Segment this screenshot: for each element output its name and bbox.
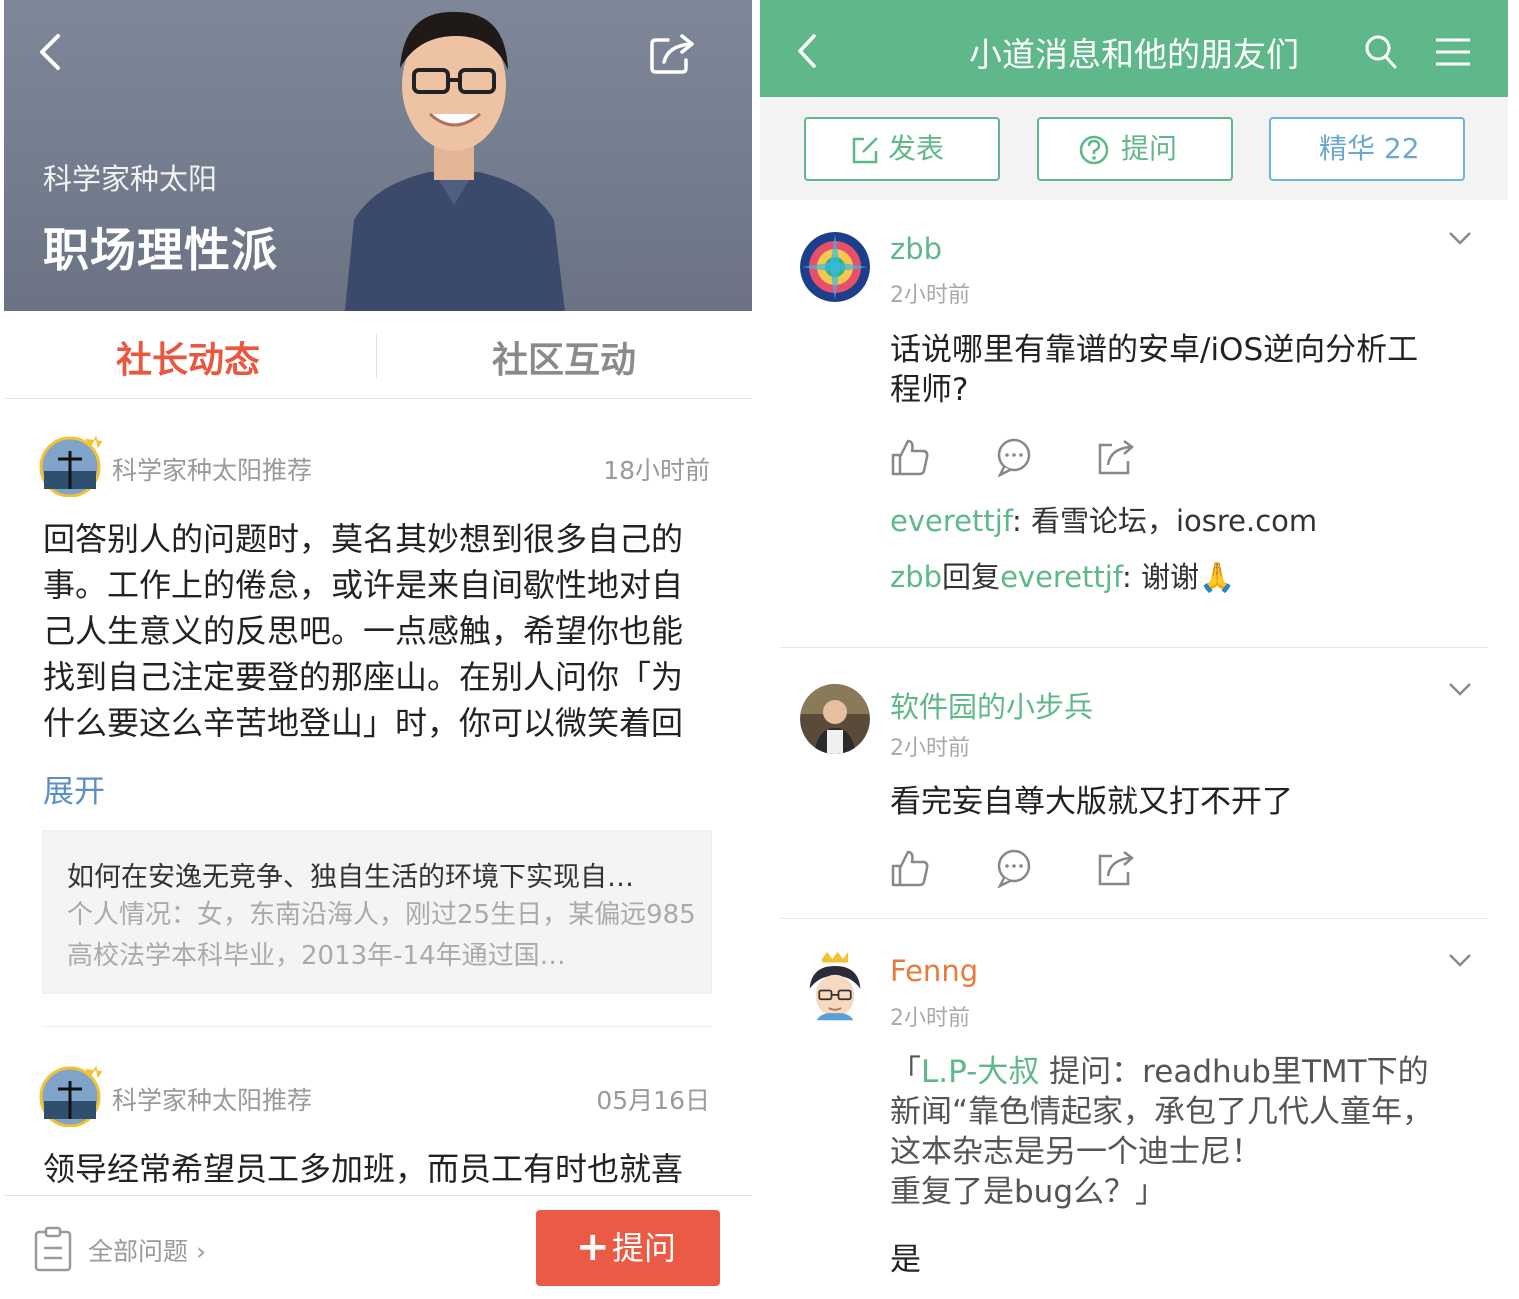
post-time: 18小时前 (603, 456, 710, 485)
post-button[interactable]: 发表 (804, 117, 1000, 181)
quoted-question-title: 如何在安逸无竞争、独自生活的环境下实现自… (67, 862, 634, 893)
feed-item[interactable]: Fenng 2小时前 「L.P-大叔 提问：readhub里TMT下的 新闻“靠… (780, 922, 1488, 1299)
user-avatar[interactable] (800, 684, 870, 754)
quote-first-line: 「L.P-大叔 提问：readhub里TMT下的 (890, 1052, 1480, 1092)
post-line: 事。工作上的倦怠，或许是来自间歇性地对自 (43, 566, 684, 604)
reply-to-user[interactable]: everettjf (1000, 560, 1122, 594)
like-icon[interactable] (890, 848, 930, 888)
feed-divider (780, 918, 1488, 919)
feed-divider (780, 647, 1488, 648)
reply-word: 回复 (942, 560, 1001, 594)
comment-user[interactable]: everettjf (890, 504, 1012, 538)
ask-question-button[interactable]: + 提问 (536, 1210, 720, 1286)
share-icon[interactable] (1096, 437, 1136, 477)
tab-bar: 社长动态 社区互动 (4, 311, 752, 399)
ask-button-label: 提问 (1121, 132, 1178, 165)
ask-button-label: 提问 (612, 1229, 677, 1267)
reaction-bar (890, 437, 1150, 477)
post-line: 看完妄自尊大版就又打不开了 (890, 784, 1293, 820)
share-icon[interactable] (650, 32, 696, 74)
featured-button[interactable]: 精华 22 (1269, 117, 1465, 181)
quoted-question-card[interactable]: 如何在安逸无竞争、独自生活的环境下实现自… 个人情况：女，东南沿海人，刚过25生… (42, 830, 712, 994)
chevron-down-icon[interactable] (1448, 952, 1472, 968)
quote-line: 重复了是bug么？」 (890, 1174, 1167, 1210)
post-divider (42, 1026, 712, 1027)
post-line: 回答别人的问题时，莫名其妙想到很多自己的 (43, 520, 684, 558)
profile-photo (344, 11, 565, 311)
user-avatar[interactable] (800, 232, 870, 302)
post-time: 2小时前 (890, 1006, 970, 1031)
quote-open: 「 (890, 1054, 921, 1090)
feed-item[interactable]: zbb 2小时前 话说哪里有靠谱的安卓/iOS逆向分析工 程师? everett… (780, 200, 1488, 648)
post-line: 领导经常希望员工多加班，而员工有时也就喜 (43, 1150, 684, 1188)
comment-icon[interactable] (994, 848, 1034, 888)
post-line: 话说哪里有靠谱的安卓/iOS逆向分析工 (890, 332, 1419, 368)
post-text: 话说哪里有靠谱的安卓/iOS逆向分析工 程师? (890, 330, 1450, 410)
quoted-question-excerpt: 个人情况：女，东南沿海人，刚过25生日，某偏远985高校法学本科毕业，2013年… (67, 900, 696, 971)
menu-icon[interactable] (1434, 36, 1472, 68)
hero-banner: 科学家种太阳 职场理性派 (4, 0, 752, 311)
comment-icon[interactable] (994, 437, 1034, 477)
post-time: 05月16日 (596, 1086, 710, 1115)
nav-bar: 小道消息和他的朋友们 (760, 0, 1508, 97)
post-time: 2小时前 (890, 736, 970, 761)
post-line: 什么要这么辛苦地登山」时，你可以微笑着回 (43, 704, 684, 742)
featured-button-label: 精华 22 (1319, 132, 1420, 165)
answer-text: 是 (890, 1242, 921, 1278)
right-panel: 小道消息和他的朋友们 发表 提问 精华 22 zbb 2小时前 话说哪里有靠谱的… (760, 0, 1508, 1299)
quote-line: 这本杂志是另一个迪士尼！ (890, 1134, 1262, 1170)
post-button-label: 发表 (888, 132, 945, 165)
post-line: 己人生意义的反思吧。一点感触，希望你也能 (43, 612, 684, 650)
post-body[interactable]: 回答别人的问题时，莫名其妙想到很多自己的 事。工作上的倦怠，或许是来自间歇性地对… (43, 516, 713, 746)
comment-text: : 看雪论坛，iosre.com (1011, 504, 1318, 538)
feed-item[interactable]: 软件园的小步兵 2小时前 看完妄自尊大版就又打不开了 (780, 650, 1488, 918)
edit-icon (852, 137, 878, 164)
post-time: 2小时前 (890, 283, 970, 308)
back-icon[interactable] (34, 32, 66, 72)
comment-reply[interactable]: zbb回复everettjf: 谢谢🙏 (890, 554, 1235, 596)
tab-divider (376, 333, 377, 379)
ask-button[interactable]: 提问 (1037, 117, 1233, 181)
expand-link[interactable]: 展开 (43, 766, 105, 811)
quote-rest: 提问：readhub里TMT下的 (1039, 1054, 1429, 1090)
tab-leader-updates[interactable]: 社长动态 (116, 331, 260, 383)
post-text: 看完妄自尊大版就又打不开了 (890, 782, 1450, 822)
question-icon (1079, 135, 1109, 165)
post-author[interactable]: 科学家种太阳推荐 (112, 1081, 312, 1117)
quoted-user[interactable]: L.P-大叔 (921, 1054, 1039, 1090)
author-avatar (39, 1065, 102, 1127)
chevron-down-icon[interactable] (1448, 230, 1472, 246)
comment-user[interactable]: zbb (890, 560, 942, 594)
hero-title: 职场理性派 (43, 223, 278, 277)
user-name[interactable]: zbb (890, 232, 942, 266)
plus-icon: + (576, 1224, 610, 1270)
post-line: 程师? (890, 372, 969, 408)
comment-text: : 谢谢🙏 (1122, 560, 1236, 594)
reaction-bar (890, 848, 1150, 888)
post-body[interactable]: 领导经常希望员工多加班，而员工有时也就喜 (43, 1146, 713, 1192)
search-icon[interactable] (1364, 34, 1398, 70)
tab-community[interactable]: 社区互动 (492, 331, 636, 383)
quoted-question[interactable]: 「L.P-大叔 提问：readhub里TMT下的 新闻“靠色情起家，承包了几代人… (890, 1052, 1480, 1212)
quote-line: 新闻“靠色情起家，承包了几代人童年， (890, 1094, 1434, 1130)
bottom-bar: 全部问题 › + 提问 (4, 1195, 752, 1299)
clipboard-icon[interactable] (34, 1226, 72, 1272)
left-panel: 科学家种太阳 职场理性派 社长动态 社区互动 科学家种太阳推荐 18小时前 回答… (4, 0, 752, 1299)
share-icon[interactable] (1096, 848, 1136, 888)
user-avatar[interactable] (800, 952, 870, 1022)
action-bar: 发表 提问 精华 22 (760, 97, 1508, 200)
comment[interactable]: everettjf: 看雪论坛，iosre.com (890, 498, 1317, 540)
author-avatar (39, 435, 102, 497)
user-name[interactable]: 软件园的小步兵 (890, 684, 1093, 726)
user-name[interactable]: Fenng (890, 954, 978, 988)
like-icon[interactable] (890, 437, 930, 477)
all-questions-link[interactable]: 全部问题 › (88, 1232, 206, 1268)
chevron-down-icon[interactable] (1448, 681, 1472, 697)
post-line: 找到自己注定要登的那座山。在别人问你「为 (43, 658, 684, 696)
post-author[interactable]: 科学家种太阳推荐 (112, 451, 312, 487)
hero-subtitle: 科学家种太阳 (43, 162, 218, 196)
